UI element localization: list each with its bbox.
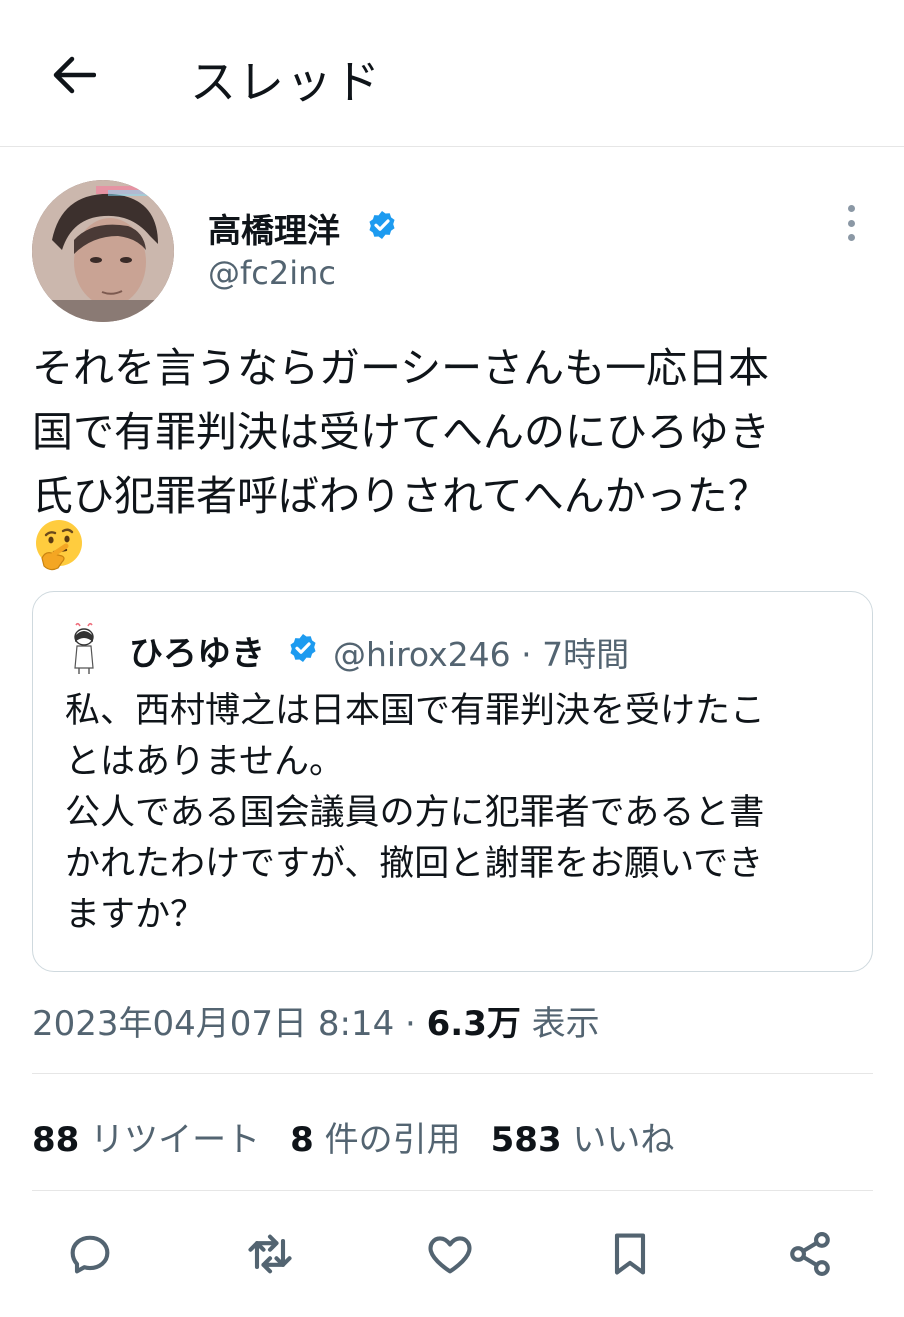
author-name[interactable]: 高橋理洋: [208, 204, 340, 252]
retweets-count: 88: [32, 1120, 80, 1160]
quote-text: 私、西村博之は日本国で有罪判決を受けたこ とはありません。 公人である国会議員の…: [65, 691, 766, 935]
timestamp-date[interactable]: 2023年04月07日 8:14 ·: [32, 1004, 427, 1044]
avatar-photo: [32, 180, 174, 322]
quote-author-name: ひろゆき: [129, 634, 265, 674]
share-button[interactable]: [782, 1226, 838, 1282]
share-icon: [790, 1232, 830, 1276]
quote-author-avatar: [74, 622, 94, 674]
heart-icon: [428, 1236, 472, 1274]
divider: [32, 1073, 873, 1074]
bookmark-icon: [614, 1233, 646, 1275]
like-button[interactable]: [422, 1226, 478, 1282]
verified-badge-icon: [369, 211, 395, 239]
quoted-tweet[interactable]: ひろゆき @hirox246 · 7時間 私、西村博之は日本国で有罪判決を受けた…: [32, 591, 873, 972]
page-title: スレッド: [190, 55, 382, 109]
more-dot-icon: [847, 205, 855, 212]
likes-count: 583: [490, 1120, 562, 1160]
quote-meta: @hirox246 · 7時間: [333, 635, 630, 674]
verified-badge-icon: [290, 634, 316, 662]
arrow-left-icon: [53, 56, 96, 94]
divider: [32, 1190, 873, 1191]
views-count: 6.3万: [426, 1004, 521, 1044]
tweet-text: それを言うならガーシーさんも一応日本 国で有罪判決は受けてへんのにひろゆき 氏ひ…: [32, 344, 770, 520]
more-options-button[interactable]: [838, 203, 864, 243]
thinking-face-icon: [36, 520, 82, 571]
reply-button[interactable]: [62, 1226, 118, 1282]
views-label: 表示: [520, 1004, 600, 1044]
quotes-count: 8: [290, 1120, 314, 1160]
engagement-stats: 88 リツイート 8 件の引用 583 いいね: [32, 1112, 704, 1161]
more-dot-icon: [847, 234, 855, 241]
more-dot-icon: [847, 219, 855, 227]
back-button[interactable]: [42, 44, 104, 106]
author-avatar[interactable]: [32, 180, 174, 322]
tweet-timestamp: 2023年04月07日 8:14 · 6.3万 表示: [32, 996, 600, 1045]
app-header: スレッド: [0, 0, 904, 147]
reply-icon: [70, 1235, 110, 1274]
quotes-stat[interactable]: 8 件の引用: [290, 1120, 460, 1160]
retweet-button[interactable]: [242, 1226, 298, 1282]
likes-stat[interactable]: 583 いいね: [491, 1120, 675, 1160]
likes-label: いいね: [561, 1120, 675, 1160]
bookmark-button[interactable]: [602, 1226, 658, 1282]
retweet-icon: [248, 1234, 292, 1274]
retweets-label: リツイート: [79, 1120, 261, 1160]
author-handle[interactable]: @fc2inc: [208, 254, 336, 292]
retweets-stat[interactable]: 88 リツイート: [32, 1120, 260, 1160]
quotes-label: 件の引用: [313, 1120, 461, 1160]
